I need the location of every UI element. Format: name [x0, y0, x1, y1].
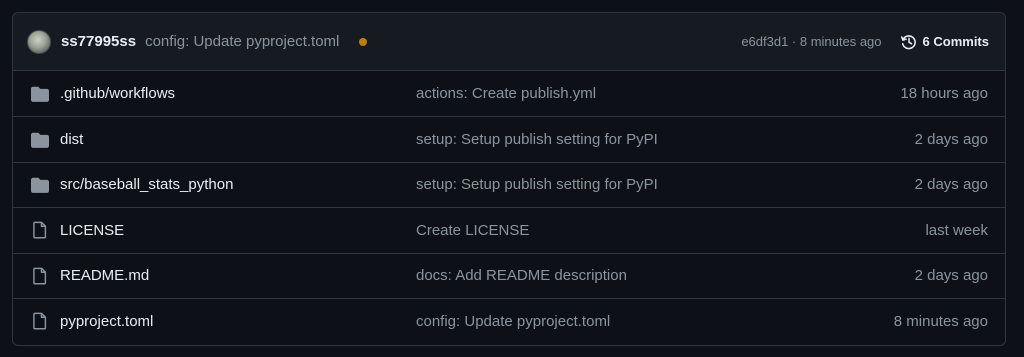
file-commit-time: 8 minutes ago — [893, 312, 988, 330]
folder-icon — [31, 131, 49, 149]
file-commit-time: 2 days ago — [914, 176, 988, 194]
commits-count: 6 Commits — [922, 34, 989, 49]
file-commit-time: last week — [925, 221, 988, 239]
file-commit-message[interactable]: actions: Create publish.yml — [416, 85, 900, 102]
status-dot[interactable] — [359, 37, 368, 46]
file-row[interactable]: LICENSE Create LICENSE last week — [13, 207, 1005, 252]
avatar[interactable] — [27, 29, 51, 54]
file-commit-message[interactable]: setup: Setup publish setting for PyPI — [416, 176, 915, 193]
file-row[interactable]: dist setup: Setup publish setting for PyP… — [13, 116, 1005, 161]
file-icon — [31, 312, 49, 330]
history-icon — [900, 34, 916, 49]
latest-commit-bar: ss77995ss config: Update pyproject.toml … — [13, 13, 1005, 71]
file-icon — [31, 267, 49, 285]
file-commit-message[interactable]: config: Update pyproject.toml — [416, 313, 894, 330]
file-icon — [31, 221, 49, 239]
file-commit-message[interactable]: Create LICENSE — [416, 222, 925, 239]
commits-link[interactable]: 6 Commits — [900, 33, 989, 51]
folder-icon — [31, 176, 49, 194]
commit-sha-time[interactable]: e6df3d1 · 8 minutes ago — [741, 34, 881, 49]
file-row[interactable]: README.md docs: Add README description 2 d… — [13, 252, 1005, 298]
file-name[interactable]: pyproject.toml — [60, 313, 416, 330]
folder-icon — [31, 85, 49, 103]
file-commit-message[interactable]: setup: Setup publish setting for PyPI — [416, 131, 915, 148]
file-name[interactable]: README.md — [60, 267, 416, 284]
file-row[interactable]: .github/workflows actions: Create publish… — [13, 71, 1005, 116]
file-name[interactable]: LICENSE — [60, 222, 416, 239]
file-commit-time: 2 days ago — [914, 131, 988, 149]
file-row[interactable]: src/baseball_stats_python setup: Setup pu… — [13, 161, 1005, 207]
file-commit-message[interactable]: docs: Add README description — [416, 267, 915, 284]
commit-author[interactable]: ss77995ss — [61, 33, 136, 50]
file-browser: ss77995ss config: Update pyproject.toml … — [12, 12, 1006, 346]
file-row[interactable]: pyproject.toml config: Update pyproject.t… — [13, 297, 1005, 343]
file-name[interactable]: dist — [60, 131, 416, 148]
file-name[interactable]: .github/workflows — [60, 85, 416, 102]
file-commit-time: 18 hours ago — [900, 85, 988, 103]
commit-message[interactable]: config: Update pyproject.toml — [145, 33, 339, 50]
file-commit-time: 2 days ago — [914, 267, 988, 285]
file-name[interactable]: src/baseball_stats_python — [60, 176, 416, 193]
file-list: .github/workflows actions: Create publish… — [13, 71, 1005, 343]
